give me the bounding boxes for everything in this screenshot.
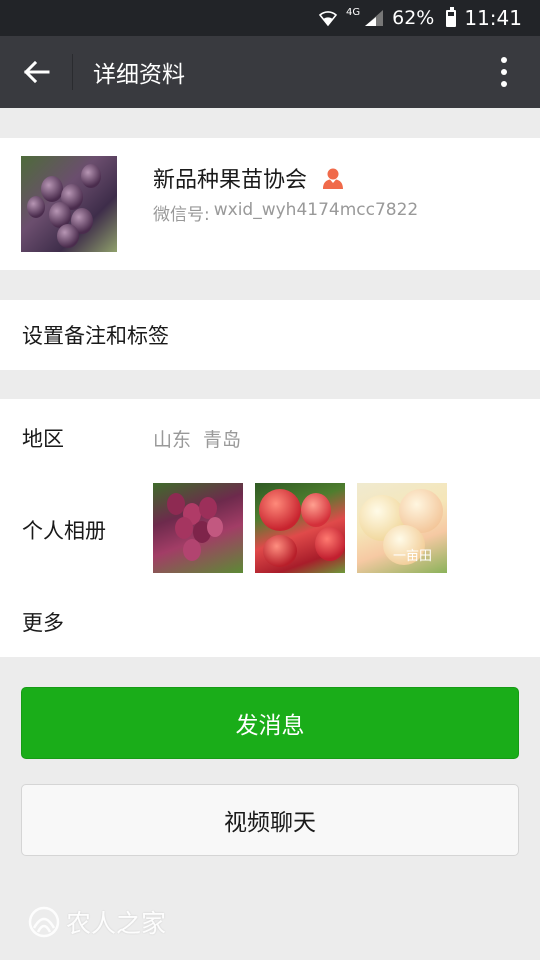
network-type: 4G — [346, 6, 361, 18]
watermark-text: 农人之家 — [66, 909, 167, 938]
album-photo-grapes[interactable] — [153, 483, 243, 573]
nickname: 新品种果苗协会 — [153, 168, 308, 193]
wechat-id-label: 微信号: — [153, 205, 210, 225]
status-time: 11:41 — [464, 6, 522, 30]
profile-card[interactable]: 新品种果苗协会 微信号: wxid_wyh4174mcc7822 — [0, 138, 540, 270]
more-vertical-icon — [501, 57, 507, 87]
arrow-left-icon — [23, 60, 50, 84]
region-city: 青岛 — [203, 429, 242, 451]
name-row: 新品种果苗协会 — [153, 162, 345, 194]
battery-percent: 62% — [392, 7, 435, 29]
more-label[interactable]: 更多 — [22, 607, 64, 637]
watermark: 农人之家 — [26, 904, 166, 940]
details-section: 地区 山东 青岛 个人相册 一亩田 更多 — [0, 399, 540, 657]
album-photo-peaches[interactable] — [255, 483, 345, 573]
album-label: 个人相册 — [22, 519, 106, 543]
send-message-button[interactable]: 发消息 — [21, 687, 519, 759]
person-icon — [323, 168, 344, 189]
wechat-id-value: wxid_wyh4174mcc7822 — [213, 200, 419, 220]
remark-label: 设置备注和标签 — [22, 324, 169, 348]
watermark-logo-icon — [28, 906, 60, 938]
wechat-id: 微信号: wxid_wyh4174mcc7822 — [153, 200, 418, 225]
battery-icon — [442, 6, 457, 27]
region-value: 山东 青岛 — [153, 425, 241, 452]
page-title: 详细资料 — [93, 62, 185, 88]
video-call-button[interactable]: 视频聊天 — [21, 784, 519, 856]
title-divider — [72, 54, 73, 90]
back-button[interactable] — [0, 36, 72, 108]
signal-icon — [364, 9, 384, 27]
region-label: 地区 — [22, 427, 64, 451]
set-remark-and-tags-row[interactable]: 设置备注和标签 — [0, 300, 540, 370]
album-photo-caption: 一亩田 — [393, 549, 433, 564]
avatar[interactable] — [21, 156, 117, 252]
album-photo-white-peaches[interactable]: 一亩田 — [357, 483, 447, 573]
title-bar: 详细资料 — [0, 36, 540, 108]
wifi-icon — [318, 9, 338, 27]
status-bar: 4G 62% 11:41 — [0, 0, 540, 36]
region-province: 山东 — [153, 429, 192, 451]
more-button[interactable] — [468, 36, 540, 108]
